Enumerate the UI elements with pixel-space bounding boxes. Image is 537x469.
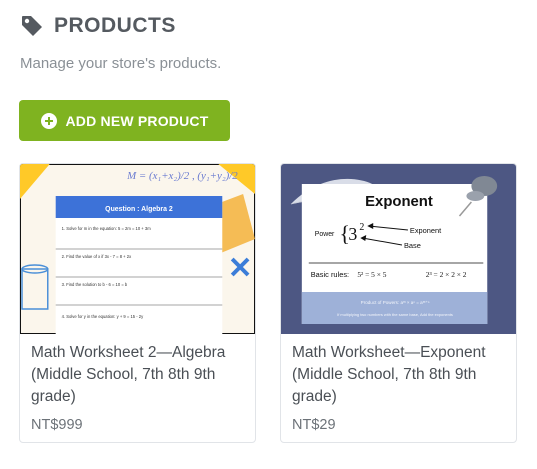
thumb-product-note: If multiplying two numbers with the same… [337,312,453,317]
thumb-title: Exponent [365,193,433,210]
thumb-power-label: Power [315,231,335,238]
thumb-line: 3. Find the solution to b - 6 = 10 = b [62,282,128,287]
thumb-base: 3 [348,224,357,244]
page-header: PRODUCTS [20,14,176,38]
thumb-rules-label: Basic rules: [311,270,349,279]
product-price: NT$29 [292,417,336,433]
product-price: NT$999 [31,417,83,433]
thumb-base-label: Base [404,241,421,250]
product-thumbnail: Exponent Power { 3 2 Exponent Base Basic… [281,164,516,334]
product-title[interactable]: Math Worksheet—Exponent (Middle School, … [292,342,510,408]
thumb-header: Question : Algebra 2 [105,206,173,213]
product-thumbnail: M = (x₁+x₂)/2 , (y₁+y₂)/2 Question : Alg… [20,164,255,334]
thumb-exp: 2 [359,222,364,233]
product-card[interactable]: Exponent Power { 3 2 Exponent Base Basic… [280,163,517,443]
thumb-formula: M = (x₁+x₂)/2 , (y₁+y₂)/2 [126,170,238,182]
product-card[interactable]: M = (x₁+x₂)/2 , (y₁+y₂)/2 Question : Alg… [19,163,256,443]
thumb-line: 2. Find the value of x if 3x - 7 = 8 + 2… [62,254,132,259]
thumb-rule2: 2³ = 2 × 2 × 2 [426,270,467,279]
page-title: PRODUCTS [54,14,176,37]
add-new-product-button[interactable]: ADD NEW PRODUCT [19,100,230,141]
thumb-line: 1. Solve for m in the equation: 5 = 2m =… [62,226,152,231]
add-new-product-label: ADD NEW PRODUCT [65,112,209,129]
thumb-exponent-label: Exponent [410,226,442,235]
product-title[interactable]: Math Worksheet 2—Algebra (Middle School,… [31,342,249,408]
plus-circle-icon [40,112,57,129]
thumb-rule1: 5² = 5 × 5 [357,270,386,279]
thumb-line: 4. Solve for y in the equation: y + 9 = … [62,314,144,319]
tag-icon [22,16,42,36]
page-subtitle: Manage your store's products. [20,55,222,72]
thumb-product-rule: Product of Powers: aᵐ × aⁿ = aᵐ⁺ⁿ [361,300,430,305]
